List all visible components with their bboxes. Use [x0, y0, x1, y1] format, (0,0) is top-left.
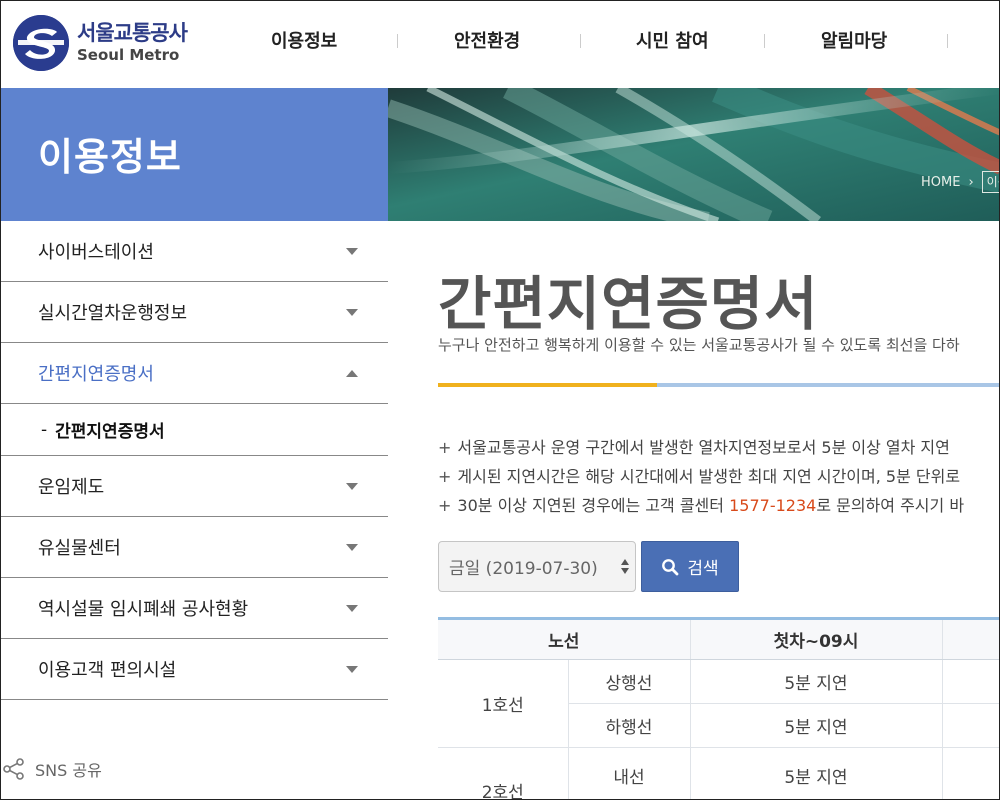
sidebar-item-label: 사이버스테이션 — [38, 242, 154, 263]
breadcrumb: HOME › 이용정보 — [921, 171, 999, 193]
plus-icon: + — [438, 467, 452, 486]
sidebar-item-lost-found[interactable]: 유실물센터 — [1, 517, 388, 578]
sidebar-item-label: 간편지연증명서 — [38, 364, 154, 385]
gnb-item-participation[interactable]: 시민 참여 — [636, 27, 709, 53]
caret-down-icon — [346, 309, 358, 316]
notice-item: + 게시된 지연시간은 해당 시간대에서 발생한 최대 지연 시간이며, 5분 단… — [438, 467, 961, 486]
global-nav: 이용정보 안전환경 시민 참여 알림마당 — [216, 27, 999, 53]
column-header-next — [942, 618, 999, 660]
sidebar-item-cyber-station[interactable]: 사이버스테이션 — [1, 221, 388, 282]
sidebar-item-convenience[interactable]: 이용고객 편의시설 — [1, 639, 388, 700]
notice-list: + 서울교통공사 운영 구간에서 발생한 열차지연정보로서 5분 이상 열차 지연… — [438, 433, 999, 520]
logo-korean-text: 서울교통공사 — [77, 21, 188, 45]
title-underline — [438, 383, 999, 387]
seoul-metro-logo-icon — [13, 15, 69, 71]
delay-table: 노선 첫차~09시 1호선 상행선 5분 지연 하행선 5분 지연 2호선 내선… — [438, 617, 999, 799]
title-underline-accent — [438, 383, 657, 387]
caret-down-icon — [346, 544, 358, 551]
empty-cell — [942, 747, 999, 799]
sidebar-item-label: 이용고객 편의시설 — [38, 660, 177, 681]
direction-cell: 하행선 — [568, 703, 691, 748]
caret-down-icon — [346, 248, 358, 255]
direction-cell: 내선 — [568, 747, 691, 799]
date-select-value: 금일 (2019-07-30) — [449, 559, 598, 579]
delay-cell: 5분 지연 — [690, 747, 943, 799]
sidebar-item-label: 실시간열차운행정보 — [38, 303, 188, 324]
table-row: 2호선 내선 5분 지연 — [438, 747, 999, 799]
sns-share-button[interactable]: SNS 공유 — [3, 757, 102, 781]
gnb-item-notice[interactable]: 알림마당 — [821, 27, 887, 53]
sidebar-subitem-delay-certificate[interactable]: - 간편지연증명서 — [1, 404, 388, 456]
date-select[interactable]: 금일 (2019-07-30) — [438, 541, 636, 592]
page-description: 누구나 안전하고 행복하게 이용할 수 있는 서울교통공사가 될 수 있도록 최… — [438, 336, 960, 354]
breadcrumb-current[interactable]: 이용정보 — [981, 171, 999, 193]
sns-share-label: SNS 공유 — [35, 761, 102, 780]
caret-down-icon — [346, 483, 358, 490]
line-cell: 1호선 — [438, 659, 569, 748]
caret-down-icon — [346, 666, 358, 673]
caret-down-icon — [346, 605, 358, 612]
section-title: 이용정보 — [38, 135, 182, 179]
call-center-number: 1577-1234 — [729, 496, 817, 515]
direction-cell: 상행선 — [568, 659, 691, 704]
gnb-item-usage-info[interactable]: 이용정보 — [271, 27, 337, 53]
sidebar-item-label: 역시설물 임시폐쇄 공사현황 — [38, 599, 249, 620]
delay-cell: 5분 지연 — [690, 703, 943, 748]
breadcrumb-home[interactable]: HOME — [921, 175, 960, 190]
sidebar-item-fare-system[interactable]: 운임제도 — [1, 456, 388, 517]
banner-image — [388, 88, 999, 221]
gnb-divider — [764, 34, 765, 48]
table-row: 1호선 상행선 5분 지연 — [438, 659, 999, 748]
chevron-right-icon: › — [968, 174, 974, 190]
gnb-divider — [947, 34, 948, 48]
empty-cell — [942, 659, 999, 704]
site-logo[interactable]: 서울교통공사 Seoul Metro — [13, 15, 188, 71]
sidebar-item-realtime-train[interactable]: 실시간열차운행정보 — [1, 282, 388, 343]
logo-english-text: Seoul Metro — [77, 46, 180, 64]
plus-icon: + — [438, 438, 452, 457]
sidebar-subitem-label: 간편지연증명서 — [55, 422, 165, 442]
caret-up-icon — [346, 370, 358, 377]
site-header: 서울교통공사 Seoul Metro 이용정보 안전환경 시민 참여 알림마당 — [1, 1, 999, 88]
sidebar-item-label: 운임제도 — [38, 477, 105, 498]
page-title: 간편지연증명서 — [438, 270, 819, 338]
sidebar-item-label: 유실물센터 — [38, 538, 121, 559]
delay-cell: 5분 지연 — [690, 659, 943, 704]
plus-icon: + — [438, 496, 452, 515]
side-nav: 사이버스테이션 실시간열차운행정보 간편지연증명서 - 간편지연증명서 운임제도… — [1, 221, 388, 700]
subitem-dash: - — [41, 419, 48, 440]
share-icon — [3, 758, 24, 780]
search-icon — [662, 558, 679, 575]
search-button-label: 검색 — [687, 559, 719, 579]
sidebar-item-station-closure[interactable]: 역시설물 임시폐쇄 공사현황 — [1, 578, 388, 639]
search-button[interactable]: 검색 — [641, 541, 739, 592]
line-cell: 2호선 — [438, 747, 569, 799]
notice-item: +30분 이상 지연된 경우에는 고객 콜센터 1577-1234로 문의하여 … — [438, 496, 965, 515]
empty-cell — [942, 703, 999, 748]
select-updown-icon — [621, 559, 629, 574]
section-banner: 이용정보 — [1, 88, 388, 221]
column-header-line: 노선 — [438, 618, 691, 660]
search-form: 금일 (2019-07-30) 검색 — [438, 541, 739, 592]
gnb-divider — [580, 34, 581, 48]
gnb-divider — [397, 34, 398, 48]
sidebar-item-delay-certificate[interactable]: 간편지연증명서 — [1, 343, 388, 404]
gnb-item-safety[interactable]: 안전환경 — [454, 27, 520, 53]
page: 서울교통공사 Seoul Metro 이용정보 안전환경 시민 참여 알림마당 … — [0, 0, 1000, 800]
table-header-row: 노선 첫차~09시 — [438, 618, 999, 660]
notice-item: + 서울교통공사 운영 구간에서 발생한 열차지연정보로서 5분 이상 열차 지연 — [438, 438, 950, 457]
column-header-time: 첫차~09시 — [690, 618, 943, 660]
